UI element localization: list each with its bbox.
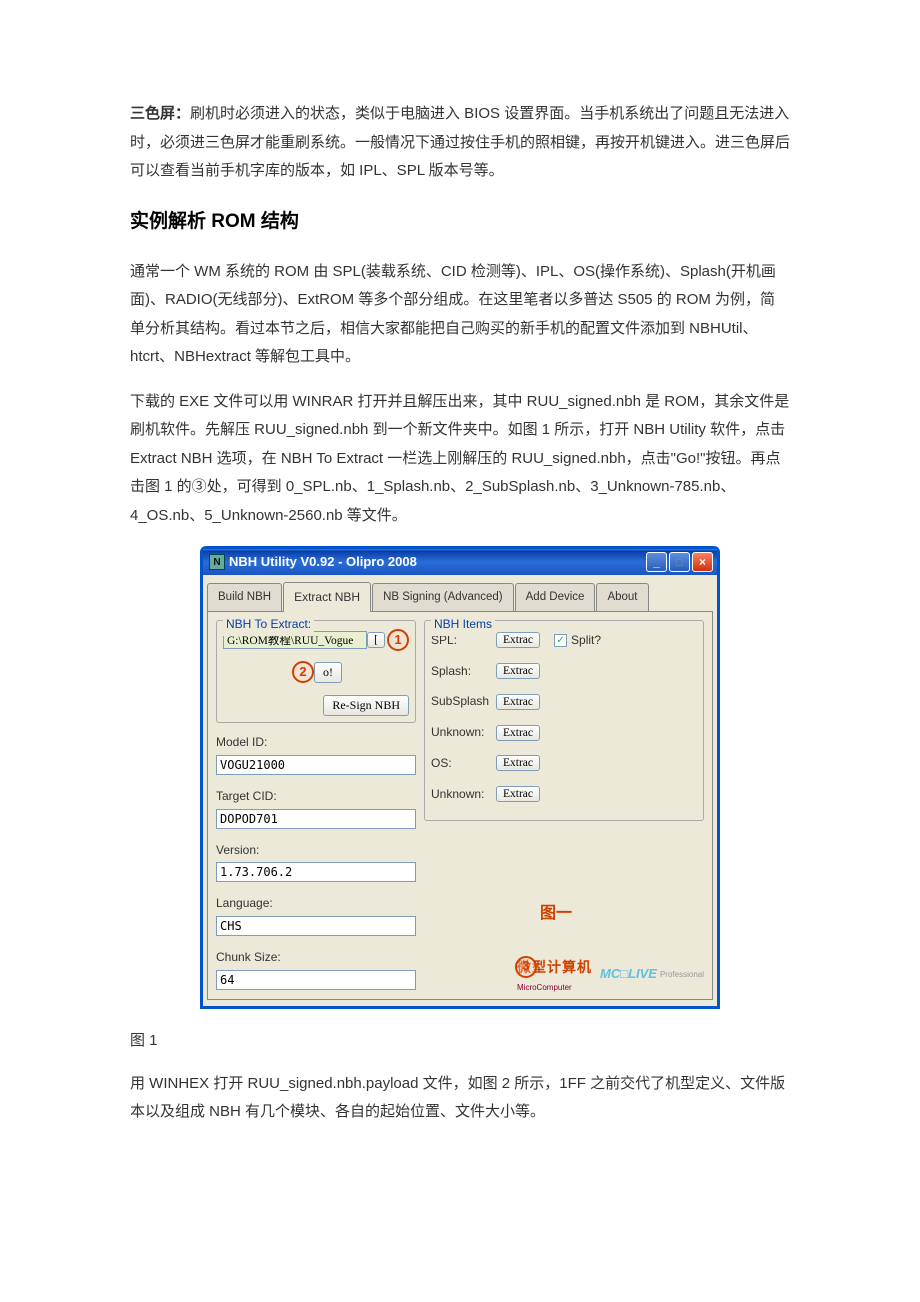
language-input[interactable] xyxy=(216,916,416,936)
footer-watermark: 3 微型计算机 MicroComputer MC□LIVE Profession… xyxy=(493,954,704,996)
paragraph-2: 下载的 EXE 文件可以用 WINRAR 打开并且解压出来，其中 RUU_sig… xyxy=(130,388,790,531)
language-label: Language: xyxy=(216,892,416,915)
chunk-size-label: Chunk Size: xyxy=(216,946,416,969)
titlebar[interactable]: N NBH Utility V0.92 - Olipro 2008 _ □ × xyxy=(203,549,717,575)
version-input[interactable] xyxy=(216,862,416,882)
tab-build-nbh[interactable]: Build NBH xyxy=(207,583,282,613)
subsplash-extract-button[interactable]: Extrac xyxy=(496,694,540,710)
splash-label: Splash: xyxy=(431,660,496,683)
badge-1-icon: 1 xyxy=(387,629,409,651)
intro-paragraph: 三色屏：刷机时必须进入的状态，类似于电脑进入 BIOS 设置界面。当手机系统出了… xyxy=(130,100,790,186)
watermark-live: MC□LIVE xyxy=(600,962,657,987)
unknown2-label: Unknown: xyxy=(431,783,496,806)
extract-legend: NBH To Extract: xyxy=(223,613,314,636)
nbh-items-group: NBH Items SPL: Extrac ✓ Split? Splash: E… xyxy=(424,620,704,821)
os-label: OS: xyxy=(431,752,496,775)
paragraph-3: 用 WINHEX 打开 RUU_signed.nbh.payload 文件，如图… xyxy=(130,1070,790,1127)
left-column: NBH To Extract: [ 1 2o! Re-Sign NBH Mode… xyxy=(216,620,416,992)
nbh-to-extract-group: NBH To Extract: [ 1 2o! Re-Sign NBH xyxy=(216,620,416,724)
minimize-button[interactable]: _ xyxy=(646,552,667,572)
go-row: 2o! xyxy=(223,661,409,684)
unknown1-extract-button[interactable]: Extrac xyxy=(496,725,540,741)
unknown2-extract-button[interactable]: Extrac xyxy=(496,786,540,802)
window-buttons: _ □ × xyxy=(646,552,713,572)
badge-2-icon: 2 xyxy=(292,661,314,683)
tab-extract-nbh[interactable]: Extract NBH xyxy=(283,582,371,612)
app-icon: N xyxy=(209,554,225,570)
model-id-label: Model ID: xyxy=(216,731,416,754)
item-row-unknown2: Unknown: Extrac xyxy=(431,783,697,806)
chunk-size-input[interactable] xyxy=(216,970,416,990)
item-row-unknown1: Unknown: Extrac xyxy=(431,721,697,744)
subsplash-label: SubSplash xyxy=(431,690,496,713)
split-label: Split? xyxy=(571,629,601,652)
spl-extract-button[interactable]: Extrac xyxy=(496,632,540,648)
split-checkbox[interactable]: ✓ xyxy=(554,634,567,647)
right-column: NBH Items SPL: Extrac ✓ Split? Splash: E… xyxy=(416,620,704,992)
resign-button[interactable]: Re-Sign NBH xyxy=(323,695,409,716)
items-legend: NBH Items xyxy=(431,613,495,636)
unknown1-label: Unknown: xyxy=(431,721,496,744)
maximize-button[interactable]: □ xyxy=(669,552,690,572)
paragraph-1: 通常一个 WM 系统的 ROM 由 SPL(装载系统、CID 检测等)、IPL、… xyxy=(130,258,790,372)
version-label: Version: xyxy=(216,839,416,862)
browse-button[interactable]: [ xyxy=(367,632,385,648)
badge-3-icon: 3 xyxy=(515,956,537,978)
os-extract-button[interactable]: Extrac xyxy=(496,755,540,771)
watermark-prof: Professional xyxy=(660,967,704,982)
target-cid-input[interactable] xyxy=(216,809,416,829)
tab-add-device[interactable]: Add Device xyxy=(515,583,596,613)
resign-row: Re-Sign NBH xyxy=(223,694,409,717)
figure-1-caption: 图 1 xyxy=(130,1027,790,1056)
watermark-en: MicroComputer xyxy=(517,980,592,995)
tab-about[interactable]: About xyxy=(596,583,648,613)
target-cid-label: Target CID: xyxy=(216,785,416,808)
tab-nb-signing[interactable]: NB Signing (Advanced) xyxy=(372,583,514,613)
intro-text: 刷机时必须进入的状态，类似于电脑进入 BIOS 设置界面。当手机系统出了问题且无… xyxy=(130,105,790,179)
close-button[interactable]: × xyxy=(692,552,713,572)
tabs: Build NBH Extract NBH NB Signing (Advanc… xyxy=(207,581,713,611)
tab-body: NBH To Extract: [ 1 2o! Re-Sign NBH Mode… xyxy=(207,611,713,1001)
model-id-input[interactable] xyxy=(216,755,416,775)
nbh-utility-window: N NBH Utility V0.92 - Olipro 2008 _ □ × … xyxy=(200,546,720,1009)
item-row-splash: Splash: Extrac xyxy=(431,660,697,683)
intro-label: 三色屏： xyxy=(130,105,190,122)
go-button[interactable]: o! xyxy=(314,662,342,683)
splash-extract-button[interactable]: Extrac xyxy=(496,663,540,679)
section-heading: 实例解析 ROM 结构 xyxy=(130,204,790,240)
item-row-subsplash: SubSplash Extrac xyxy=(431,690,697,713)
figure-label-inline: 图一 xyxy=(540,899,572,929)
window-title: NBH Utility V0.92 - Olipro 2008 xyxy=(229,550,646,575)
item-row-os: OS: Extrac xyxy=(431,752,697,775)
